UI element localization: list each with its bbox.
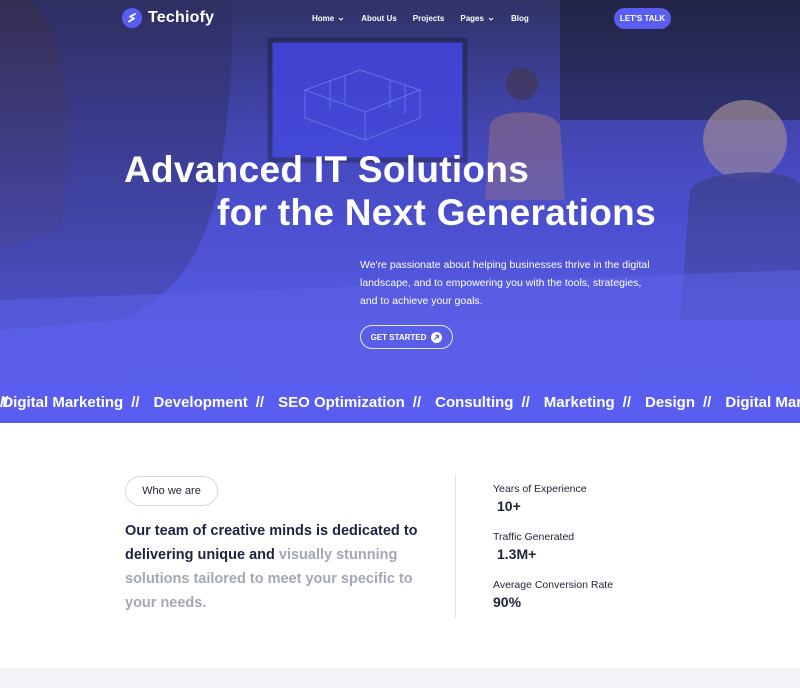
about-text: Our team of creative minds is dedicated … — [125, 519, 445, 615]
ticker-separator: // — [131, 394, 140, 411]
ticker-item: Digital Marketing — [725, 394, 800, 411]
nav-item-label: Blog — [510, 14, 529, 23]
nav-links: Home About Us Projects Pages Blog — [312, 14, 529, 23]
who-we-are-pill: Who we are — [125, 476, 218, 506]
nav-item-label: Home — [312, 14, 335, 23]
ticker-track: // Digital Marketing // Development // S… — [0, 394, 800, 411]
ticker-item: Design — [645, 394, 696, 411]
stat-label: Years of Experience — [493, 483, 587, 495]
nav-item-blog[interactable]: Blog — [511, 14, 529, 23]
brand-name: Techiofy — [148, 9, 215, 26]
ticker-separator: // — [521, 394, 530, 411]
hero-headline-line2: for the Next Generations — [217, 192, 656, 233]
chevron-down-icon — [488, 17, 494, 21]
stat-label: Traffic Generated — [493, 531, 575, 543]
nav-item-label: Pages — [460, 14, 484, 23]
stat-conversion-rate: Average Conversion Rate 90% — [493, 579, 613, 610]
nav-item-label: Projects — [412, 14, 445, 23]
stat-years-experience: Years of Experience 10+ — [493, 483, 587, 514]
hero-headline-line1: Advanced IT Solutions — [124, 149, 530, 190]
stat-value: 10+ — [497, 498, 521, 514]
ticker-item: SEO Optimization — [278, 394, 405, 411]
stat-value: 1.3M+ — [497, 546, 537, 562]
nav-item-home[interactable]: Home — [312, 14, 345, 23]
ticker-separator: // — [412, 394, 422, 411]
stat-value: 90% — [493, 594, 522, 610]
arrow-up-right-icon — [431, 331, 443, 343]
services-ticker: // Digital Marketing // Development // S… — [0, 383, 800, 423]
ticker-item: Digital Marketing — [2, 394, 124, 411]
ticker-item: Consulting — [435, 394, 514, 411]
ticker-item: Marketing — [543, 394, 615, 411]
hero-section: Techiofy Home About Us Projects Pages Bl… — [0, 0, 800, 383]
hero-description: We're passionate about helping businesse… — [360, 259, 650, 307]
next-section-band — [0, 668, 800, 688]
lets-talk-button[interactable]: LET'S TALK — [614, 8, 671, 29]
stat-traffic-generated: Traffic Generated 1.3M+ — [493, 531, 574, 562]
nav-item-pages[interactable]: Pages — [460, 14, 495, 23]
top-navigation: Techiofy Home About Us Projects Pages Bl… — [0, 0, 800, 38]
section-divider — [455, 474, 456, 618]
logo-icon — [122, 8, 142, 28]
ticker-separator: // — [255, 394, 265, 411]
nav-item-about-us[interactable]: About Us — [361, 14, 397, 23]
ticker-item: Development — [153, 394, 248, 411]
get-started-label: GET STARTED — [370, 332, 427, 342]
nav-item-projects[interactable]: Projects — [413, 14, 445, 23]
chevron-down-icon — [338, 17, 344, 21]
logo[interactable]: Techiofy — [122, 8, 214, 28]
stat-label: Average Conversion Rate — [493, 579, 614, 591]
get-started-button[interactable]: GET STARTED — [360, 325, 453, 349]
ticker-separator: // — [622, 394, 631, 411]
ticker-separator: // — [703, 394, 712, 411]
nav-item-label: About Us — [361, 14, 397, 23]
